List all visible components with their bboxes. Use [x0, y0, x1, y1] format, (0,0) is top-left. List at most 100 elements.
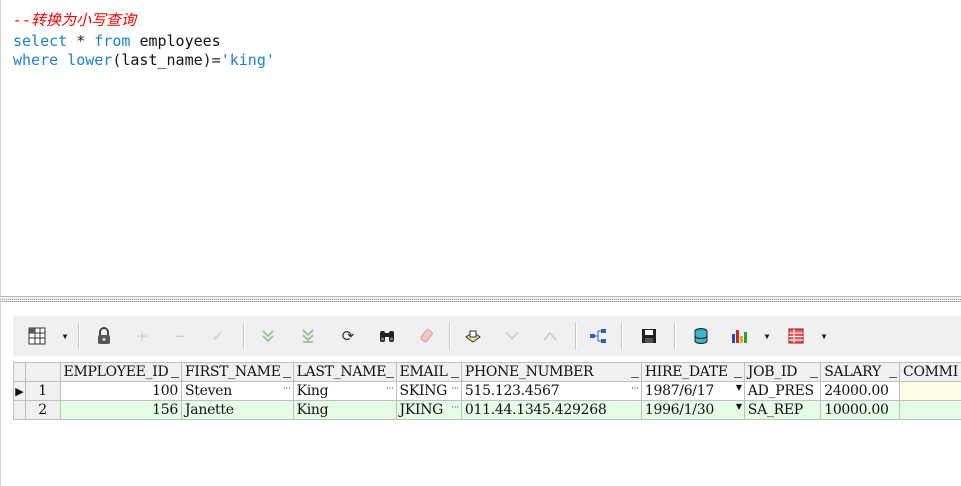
- ellipsis-icon[interactable]: ···: [451, 383, 459, 395]
- cell-last-name[interactable]: King: [292, 400, 397, 420]
- column-header-email[interactable]: EMAIL: [395, 362, 462, 382]
- toolbar-separator: [243, 322, 245, 350]
- header-indicator-cell: [13, 362, 26, 382]
- row-number[interactable]: 2: [24, 400, 61, 420]
- cell-job-id[interactable]: SA_REP: [743, 400, 822, 420]
- cell-job-id[interactable]: AD_PRES: [743, 381, 822, 401]
- column-header-last-name[interactable]: LAST_NAME: [292, 362, 397, 382]
- ellipsis-icon[interactable]: ···: [631, 383, 639, 395]
- cell-salary[interactable]: 24000.00: [820, 381, 901, 401]
- print-icon[interactable]: [461, 324, 485, 348]
- filter-up-icon[interactable]: [538, 324, 562, 348]
- cell-hire-date[interactable]: 1987/6/17 ▼: [640, 381, 745, 401]
- binoculars-icon[interactable]: [375, 324, 399, 348]
- cell-last-name[interactable]: King ···: [292, 381, 397, 401]
- fetch-next-icon[interactable]: [256, 324, 280, 348]
- sql-comment-line: --转换为小写查询: [13, 11, 137, 29]
- cell-text: 515.123.4567: [464, 383, 560, 399]
- tree-icon[interactable]: [586, 324, 610, 348]
- fetch-last-icon[interactable]: [296, 324, 320, 348]
- grid-select-dropdown-icon[interactable]: ▼: [60, 324, 70, 348]
- result-table: EMPLOYEE_ID FIRST_NAME LAST_NAME EMAIL P…: [13, 362, 961, 420]
- ellipsis-icon[interactable]: ···: [283, 383, 291, 395]
- cell-commission[interactable]: [899, 381, 961, 401]
- clear-icon[interactable]: [415, 324, 439, 348]
- current-row-indicator-icon: ▶: [13, 381, 26, 401]
- row-indicator: [13, 400, 26, 420]
- column-resize-mark: [630, 377, 639, 378]
- cell-text: Steven: [185, 383, 232, 399]
- toolbar-separator: [621, 322, 623, 350]
- cell-email[interactable]: JKING ···: [395, 400, 462, 420]
- table-row[interactable]: 2 156 Janette King JKING ··· 011.44.1345.…: [13, 400, 961, 420]
- cell-phone-number[interactable]: 515.123.4567 ···: [460, 381, 642, 401]
- cell-text: 1996/1/30: [644, 402, 714, 418]
- cell-commission[interactable]: [899, 400, 961, 420]
- sql-close-equals: )=: [202, 51, 221, 69]
- ellipsis-icon[interactable]: ···: [451, 402, 459, 414]
- cell-employee-id[interactable]: 156: [59, 400, 183, 420]
- check-icon[interactable]: ✓: [206, 324, 230, 348]
- toolbar-separator: [78, 322, 80, 350]
- date-dropdown-icon[interactable]: ▼: [736, 383, 742, 392]
- result-grid: EMPLOYEE_ID FIRST_NAME LAST_NAME EMAIL P…: [13, 362, 961, 424]
- table-grid-dropdown-icon[interactable]: ▼: [819, 324, 829, 348]
- chart-icon[interactable]: [727, 324, 751, 348]
- save-icon[interactable]: [637, 324, 661, 348]
- cell-text: SKING: [399, 383, 448, 399]
- result-panel: ▼ + − ✓ ⟳ ▼ ▼ EMPLOYEE_ID FIRST_NAME LAS…: [0, 302, 961, 486]
- cell-hire-date[interactable]: 1996/1/30 ▼: [640, 400, 745, 420]
- cell-text: King: [296, 383, 329, 399]
- grid-toolbar: ▼ + − ✓ ⟳ ▼ ▼: [13, 316, 961, 356]
- column-header-first-name[interactable]: FIRST_NAME: [181, 362, 294, 382]
- column-header-label: LAST_NAME: [296, 364, 387, 380]
- column-header-label: EMPLOYEE_ID: [63, 364, 169, 380]
- column-resize-mark: [282, 377, 291, 378]
- cell-text: 1987/6/17: [644, 383, 714, 399]
- column-resize-mark: [889, 377, 898, 378]
- column-resize-mark: [733, 377, 742, 378]
- column-header-hire-date[interactable]: HIRE_DATE: [640, 362, 745, 382]
- cell-email[interactable]: SKING ···: [395, 381, 462, 401]
- sql-where-line: where lower(last_name)='king': [13, 50, 275, 70]
- column-header-label: FIRST_NAME: [185, 364, 281, 380]
- column-header-salary[interactable]: SALARY: [820, 362, 901, 382]
- toolbar-separator: [674, 322, 676, 350]
- sql-string-literal: 'king': [220, 51, 275, 69]
- filter-down-icon[interactable]: [500, 324, 524, 348]
- date-dropdown-icon[interactable]: ▼: [736, 402, 742, 411]
- sql-table-name: employees: [139, 32, 221, 50]
- cell-first-name[interactable]: Steven ···: [181, 381, 294, 401]
- table-grid-icon[interactable]: [784, 324, 808, 348]
- column-resize-mark: [810, 377, 819, 378]
- column-header-commission[interactable]: COMMI: [899, 362, 961, 382]
- splitter-grip: [0, 299, 961, 301]
- database-icon[interactable]: [689, 324, 713, 348]
- column-header-job-id[interactable]: JOB_ID: [743, 362, 822, 382]
- table-row[interactable]: ▶ 1 100 Steven ··· King ··· SKING ··· 515.1…: [13, 381, 961, 401]
- cell-phone-number[interactable]: 011.44.1345.429268: [460, 400, 642, 420]
- cell-first-name[interactable]: Janette: [181, 400, 294, 420]
- column-header-phone-number[interactable]: PHONE_NUMBER: [460, 362, 642, 382]
- chart-dropdown-icon[interactable]: ▼: [762, 324, 772, 348]
- minus-icon[interactable]: −: [168, 324, 192, 348]
- ellipsis-icon[interactable]: ···: [386, 383, 394, 395]
- column-resize-mark: [450, 377, 459, 378]
- lock-icon[interactable]: [92, 324, 116, 348]
- sql-star: *: [76, 32, 86, 50]
- column-header-label: SALARY: [824, 364, 881, 380]
- column-header-employee-id[interactable]: EMPLOYEE_ID: [59, 362, 183, 382]
- sql-editor[interactable]: --转换为小写查询 select * from employees where …: [0, 0, 961, 296]
- header-row: EMPLOYEE_ID FIRST_NAME LAST_NAME EMAIL P…: [13, 362, 961, 382]
- plus-icon[interactable]: +: [130, 324, 154, 348]
- cell-employee-id[interactable]: 100: [59, 381, 183, 401]
- sql-select-line: select * from employees: [13, 31, 221, 51]
- row-number[interactable]: 1: [24, 381, 61, 401]
- refresh-icon[interactable]: ⟳: [336, 324, 360, 348]
- cell-salary[interactable]: 10000.00: [820, 400, 901, 420]
- column-header-label: COMMI: [903, 364, 958, 380]
- sql-keyword-where: where: [13, 51, 59, 69]
- grid-select-icon[interactable]: [25, 324, 49, 348]
- cell-text: JKING: [399, 402, 444, 418]
- toolbar-separator: [575, 322, 577, 350]
